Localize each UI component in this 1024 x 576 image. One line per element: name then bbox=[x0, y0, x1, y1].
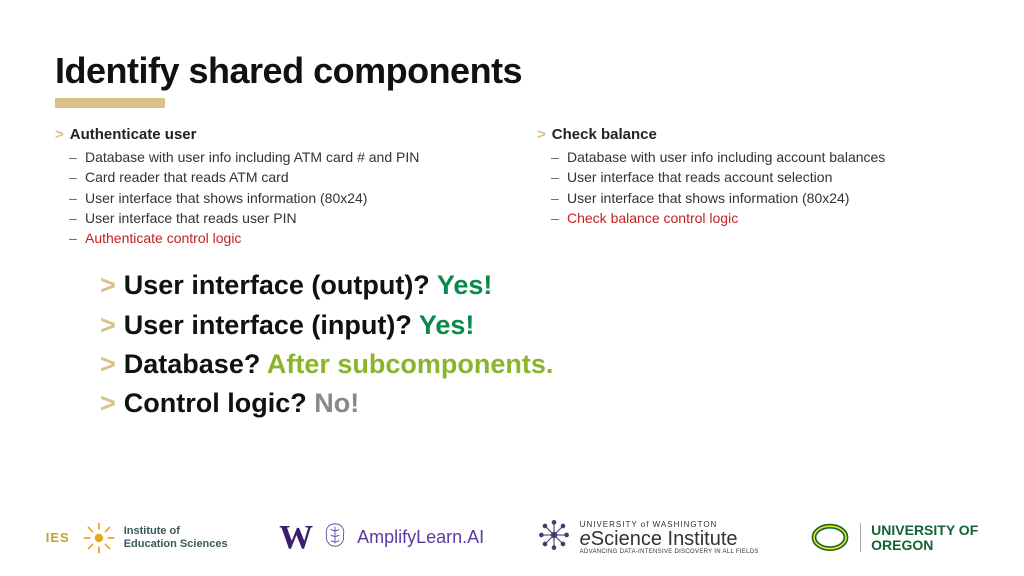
chevron-icon: > bbox=[100, 388, 116, 418]
amplify-text: AmplifyLearn.AI bbox=[357, 527, 484, 548]
question-item: > User interface (input)? Yes! bbox=[100, 306, 969, 345]
logo-ies: IES Institute of Education Sciences bbox=[46, 521, 228, 555]
slide-title: Identify shared components bbox=[55, 50, 969, 92]
ies-label: IES bbox=[46, 530, 70, 545]
escience-sub: ADVANCING DATA-INTENSIVE DISCOVERY IN AL… bbox=[580, 549, 759, 555]
list-item: User interface that reads account select… bbox=[567, 167, 969, 187]
heading-authenticate: > Authenticate user bbox=[55, 126, 487, 143]
heading-check-balance: > Check balance bbox=[537, 126, 969, 143]
answer-text: No! bbox=[314, 388, 359, 418]
escience-main: eScience Institute bbox=[580, 529, 759, 549]
list-item: Database with user info including accoun… bbox=[567, 147, 969, 167]
ies-line2: Education Sciences bbox=[124, 538, 228, 550]
question-item: > Database? After subcomponents. bbox=[100, 345, 969, 384]
list-authenticate: Database with user info including ATM ca… bbox=[55, 147, 487, 248]
oregon-o-icon bbox=[810, 523, 850, 553]
ies-text: Institute of Education Sciences bbox=[124, 525, 228, 549]
chevron-icon: > bbox=[100, 349, 116, 379]
oregon-line1: UNIVERSITY OF bbox=[871, 523, 978, 538]
chevron-icon: > bbox=[100, 310, 116, 340]
list-item: Card reader that reads ATM card bbox=[85, 167, 487, 187]
question-item: > Control logic? No! bbox=[100, 384, 969, 423]
oregon-text: UNIVERSITY OF OREGON bbox=[860, 523, 978, 552]
column-authenticate: > Authenticate user Database with user in… bbox=[55, 126, 487, 248]
question-text: Control logic? bbox=[124, 388, 314, 418]
question-item: > User interface (output)? Yes! bbox=[100, 266, 969, 305]
content-columns: > Authenticate user Database with user in… bbox=[55, 126, 969, 248]
list-item: User interface that shows information (8… bbox=[85, 188, 487, 208]
answer-text: Yes! bbox=[437, 270, 493, 300]
list-item-highlight: Check balance control logic bbox=[567, 208, 969, 228]
list-item: User interface that reads user PIN bbox=[85, 208, 487, 228]
sun-icon bbox=[82, 521, 116, 555]
title-underline bbox=[55, 98, 165, 108]
slide: Identify shared components > Authenticate… bbox=[0, 0, 1024, 576]
chevron-icon: > bbox=[100, 270, 116, 300]
escience-text: UNIVERSITY of WASHINGTON eScience Instit… bbox=[580, 521, 759, 555]
logo-escience: UNIVERSITY of WASHINGTON eScience Instit… bbox=[536, 517, 759, 558]
logo-footer: IES Institute of Education Sciences W Am… bbox=[0, 517, 1024, 558]
question-text: Database? bbox=[124, 349, 267, 379]
list-item: Database with user info including ATM ca… bbox=[85, 147, 487, 167]
question-text: User interface (output)? bbox=[124, 270, 437, 300]
logo-amplify: W AmplifyLearn.AI bbox=[279, 519, 484, 557]
heading-text: Check balance bbox=[552, 126, 657, 143]
ies-line1: Institute of bbox=[124, 525, 228, 537]
chevron-icon: > bbox=[537, 126, 546, 143]
question-text: User interface (input)? bbox=[124, 310, 419, 340]
brain-icon bbox=[321, 521, 349, 554]
questions-list: > User interface (output)? Yes! > User int… bbox=[55, 266, 969, 423]
heading-text: Authenticate user bbox=[70, 126, 197, 143]
chevron-icon: > bbox=[55, 126, 64, 143]
list-check-balance: Database with user info including accoun… bbox=[537, 147, 969, 228]
list-item: User interface that shows information (8… bbox=[567, 188, 969, 208]
answer-text: After subcomponents. bbox=[267, 349, 554, 379]
answer-text: Yes! bbox=[419, 310, 475, 340]
network-icon bbox=[536, 517, 572, 558]
column-check-balance: > Check balance Database with user info i… bbox=[537, 126, 969, 248]
oregon-line2: OREGON bbox=[871, 538, 978, 553]
list-item-highlight: Authenticate control logic bbox=[85, 228, 487, 248]
w-icon: W bbox=[279, 519, 313, 557]
logo-oregon: UNIVERSITY OF OREGON bbox=[810, 523, 978, 553]
